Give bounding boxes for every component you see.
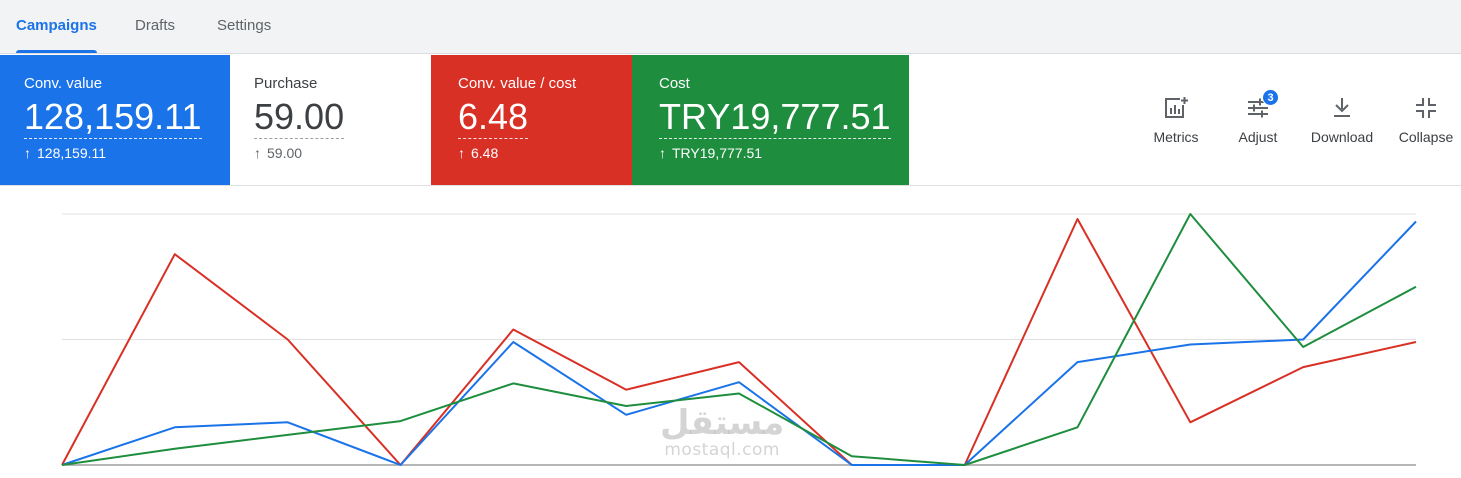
tab-label: Campaigns bbox=[16, 17, 97, 34]
scorecard-delta: ↑ 6.48 bbox=[458, 144, 632, 162]
scorecard-delta-value: 6.48 bbox=[471, 145, 499, 161]
scorecard-row: Conv. value 128,159.11 ↑ 128,159.11 Purch… bbox=[0, 55, 1461, 186]
scorecard-name: Cost bbox=[659, 75, 690, 92]
adjust-button[interactable]: 3 Adjust bbox=[1218, 89, 1298, 155]
tune-icon: 3 bbox=[1245, 89, 1279, 121]
scorecard-value: 128,159.11 bbox=[24, 96, 202, 139]
tab-drafts[interactable]: Drafts bbox=[135, 0, 175, 53]
scorecard-delta-value: 128,159.11 bbox=[37, 145, 107, 161]
scorecard-name: Conv. value bbox=[24, 75, 103, 92]
tab-bar: Campaigns Drafts Settings bbox=[0, 0, 1461, 54]
scorecard-delta: ↑ 59.00 bbox=[254, 144, 431, 162]
line-chart-svg bbox=[61, 213, 1417, 466]
scorecard-name: Purchase bbox=[254, 75, 318, 92]
metrics-label: Metrics bbox=[1153, 129, 1199, 145]
scorecard-value: TRY19,777.51 bbox=[659, 96, 891, 139]
tab-settings[interactable]: Settings bbox=[217, 0, 271, 53]
download-icon bbox=[1329, 95, 1355, 121]
tab-label: Settings bbox=[217, 17, 272, 34]
download-label: Download bbox=[1310, 129, 1374, 145]
tab-label: Drafts bbox=[135, 17, 176, 34]
collapse-icon bbox=[1413, 95, 1439, 121]
scorecard-delta-value: 59.00 bbox=[267, 145, 303, 161]
adjust-count-badge: 3 bbox=[1262, 89, 1279, 106]
scorecard-delta: ↑ TRY19,777.51 bbox=[659, 144, 909, 162]
adjust-label: Adjust bbox=[1238, 129, 1278, 145]
scorecard-cost[interactable]: Cost TRY19,777.51 ↑ TRY19,777.51 bbox=[632, 55, 909, 185]
scorecard-delta: ↑ 128,159.11 bbox=[24, 144, 230, 162]
arrow-up-icon: ↑ bbox=[24, 145, 31, 161]
download-button[interactable]: Download bbox=[1302, 95, 1382, 155]
scorecard-conv-value[interactable]: Conv. value 128,159.11 ↑ 128,159.11 bbox=[0, 55, 230, 185]
scorecard-conv-value-per-cost[interactable]: Conv. value / cost 6.48 ↑ 6.48 bbox=[431, 55, 632, 185]
tab-campaigns[interactable]: Campaigns bbox=[16, 0, 97, 53]
metrics-button[interactable]: Metrics bbox=[1136, 95, 1216, 155]
add-chart-icon bbox=[1163, 95, 1189, 121]
collapse-label: Collapse bbox=[1398, 129, 1454, 145]
arrow-up-icon: ↑ bbox=[458, 145, 465, 161]
arrow-up-icon: ↑ bbox=[254, 145, 261, 161]
scorecard-purchase[interactable]: Purchase 59.00 ↑ 59.00 bbox=[230, 55, 431, 185]
arrow-up-icon: ↑ bbox=[659, 145, 666, 161]
scorecard-value: 59.00 bbox=[254, 96, 345, 139]
scorecard-name: Conv. value / cost bbox=[458, 75, 577, 92]
scorecard-value: 6.48 bbox=[458, 96, 529, 139]
performance-chart bbox=[0, 187, 1461, 478]
chart-series-line-1[interactable] bbox=[61, 218, 1417, 466]
chart-series-line-2[interactable] bbox=[61, 220, 1417, 466]
active-tab-indicator bbox=[16, 50, 97, 53]
chart-grid bbox=[62, 213, 1416, 466]
scorecard-delta-value: TRY19,777.51 bbox=[672, 145, 763, 161]
collapse-button[interactable]: Collapse bbox=[1386, 95, 1461, 155]
